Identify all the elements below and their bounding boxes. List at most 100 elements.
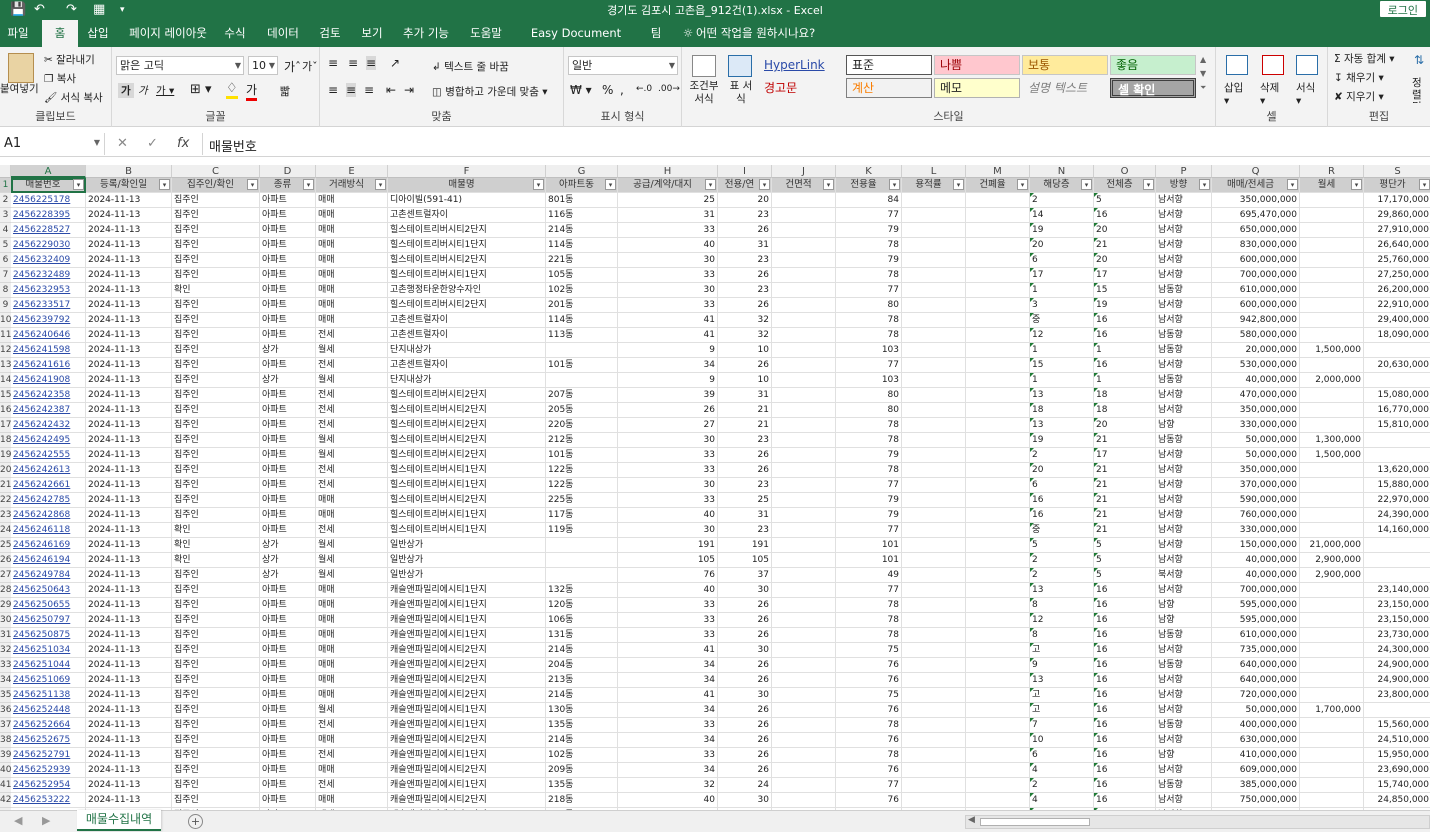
column-title-cell[interactable]: 전체층 ▾ (1094, 178, 1156, 193)
fill-button[interactable]: ↧ 채우기 ▾ (1334, 70, 1384, 85)
cell[interactable]: 78 (836, 613, 902, 628)
cell[interactable]: 아파트 (260, 418, 316, 433)
cell[interactable]: 남향 (1156, 418, 1212, 433)
column-title-cell[interactable]: 해당층 ▾ (1030, 178, 1094, 193)
cell[interactable]: 580,000,000 (1212, 328, 1300, 343)
cell[interactable] (902, 613, 966, 628)
cell[interactable]: 집주인 (172, 733, 260, 748)
cell[interactable]: 북서향 (1156, 568, 1212, 583)
row-header[interactable]: 37 (0, 718, 11, 733)
cell[interactable] (902, 208, 966, 223)
cell[interactable]: 2456232489 (11, 268, 86, 283)
add-sheet-icon[interactable]: + (188, 814, 203, 829)
tab-easy-document-creator[interactable]: Easy Document Creator (516, 20, 636, 67)
cell[interactable]: 23 (718, 523, 772, 538)
cell[interactable]: 26,640,000 (1364, 238, 1430, 253)
cell[interactable]: 매매 (316, 628, 388, 643)
tab-insert[interactable]: 삽입 (80, 20, 116, 47)
accounting-icon[interactable]: ₩ ▾ (570, 83, 592, 97)
cell[interactable]: 매매 (316, 193, 388, 208)
cell[interactable]: 힐스테이트리버시티2단지 (388, 253, 546, 268)
cell[interactable]: 아파트 (260, 238, 316, 253)
row-header[interactable]: 31 (0, 628, 11, 643)
cell[interactable]: 750,000,000 (1212, 793, 1300, 808)
cell[interactable] (772, 373, 836, 388)
cell[interactable]: 아파트 (260, 463, 316, 478)
cell[interactable] (902, 763, 966, 778)
cell[interactable] (772, 433, 836, 448)
cell[interactable]: 2024-11-13 (86, 538, 172, 553)
cell[interactable]: 상가 (260, 568, 316, 583)
cell[interactable]: 24,900,000 (1364, 658, 1430, 673)
filter-dropdown-icon[interactable]: ▾ (889, 179, 900, 190)
cell[interactable] (966, 493, 1030, 508)
style-check-cell[interactable]: 셀 확인 (1110, 78, 1196, 98)
cell[interactable] (1364, 568, 1430, 583)
cell[interactable]: 80 (836, 388, 902, 403)
cell[interactable]: 26 (718, 748, 772, 763)
cell[interactable] (966, 763, 1030, 778)
cell[interactable]: 집주인 (172, 433, 260, 448)
cell[interactable]: 2,900,000 (1300, 553, 1364, 568)
cell[interactable]: 매매 (316, 313, 388, 328)
cell[interactable]: 16 (1094, 793, 1156, 808)
style-note[interactable]: 메모 (934, 78, 1020, 98)
cell[interactable]: 2024-11-13 (86, 628, 172, 643)
styles-scroll-down-icon[interactable]: ▼ (1200, 69, 1206, 78)
cell[interactable]: 78 (836, 598, 902, 613)
cell[interactable]: 2456252664 (11, 718, 86, 733)
cell[interactable] (966, 418, 1030, 433)
cell[interactable]: 1,300,000 (1300, 433, 1364, 448)
row-header[interactable]: 23 (0, 508, 11, 523)
cell[interactable]: 아파트 (260, 193, 316, 208)
cell[interactable]: 2456241598 (11, 343, 86, 358)
cell[interactable]: 26 (718, 448, 772, 463)
cell[interactable]: 매매 (316, 598, 388, 613)
cell[interactable]: 월세 (316, 553, 388, 568)
cell[interactable] (966, 613, 1030, 628)
cell[interactable]: 남서향 (1156, 763, 1212, 778)
row-header[interactable]: 6 (0, 253, 11, 268)
cell[interactable]: 매매 (316, 763, 388, 778)
cell[interactable]: 2,000,000 (1300, 373, 1364, 388)
cell[interactable]: 21 (1094, 523, 1156, 538)
cell[interactable]: 10 (718, 343, 772, 358)
tab-formulas[interactable]: 수식 (218, 20, 252, 47)
cell[interactable]: 218동 (546, 793, 618, 808)
filter-dropdown-icon[interactable]: ▾ (375, 179, 386, 190)
cell[interactable]: 2024-11-13 (86, 583, 172, 598)
cell[interactable]: 힐스테이트리버시티2단지 (388, 223, 546, 238)
cell[interactable]: 아파트 (260, 658, 316, 673)
cell[interactable] (902, 418, 966, 433)
row-header[interactable]: 5 (0, 238, 11, 253)
cell[interactable]: 26 (718, 703, 772, 718)
tab-view[interactable]: 보기 (356, 20, 388, 47)
cell[interactable]: 2456250655 (11, 598, 86, 613)
row-header[interactable]: 15 (0, 388, 11, 403)
tab-page-layout[interactable]: 페이지 레이아웃 (122, 20, 214, 47)
cell[interactable]: 79 (836, 508, 902, 523)
cell[interactable]: 매매 (316, 688, 388, 703)
cell[interactable]: 집주인 (172, 658, 260, 673)
cell[interactable]: 10 (718, 373, 772, 388)
cell[interactable]: 전세 (316, 328, 388, 343)
cell[interactable] (902, 538, 966, 553)
cell[interactable]: 40 (618, 583, 718, 598)
cell[interactable] (772, 718, 836, 733)
autosum-button[interactable]: Σ 자동 합계 ▾ (1334, 51, 1395, 66)
filter-dropdown-icon[interactable]: ▾ (1143, 179, 1154, 190)
column-title-cell[interactable]: 거래방식 ▾ (316, 178, 388, 193)
filter-dropdown-icon[interactable]: ▾ (705, 179, 716, 190)
cell[interactable]: 18,090,000 (1364, 328, 1430, 343)
cell[interactable] (902, 313, 966, 328)
cell[interactable]: 집주인 (172, 598, 260, 613)
cell[interactable]: 1 (1030, 373, 1094, 388)
cell[interactable] (966, 643, 1030, 658)
cell[interactable]: 남동향 (1156, 343, 1212, 358)
scroll-thumb[interactable] (980, 818, 1090, 826)
cell[interactable]: 24,300,000 (1364, 643, 1430, 658)
cell[interactable]: 214동 (546, 733, 618, 748)
cell[interactable]: 집주인 (172, 688, 260, 703)
cell[interactable]: 78 (836, 328, 902, 343)
cell[interactable]: 50,000,000 (1212, 433, 1300, 448)
